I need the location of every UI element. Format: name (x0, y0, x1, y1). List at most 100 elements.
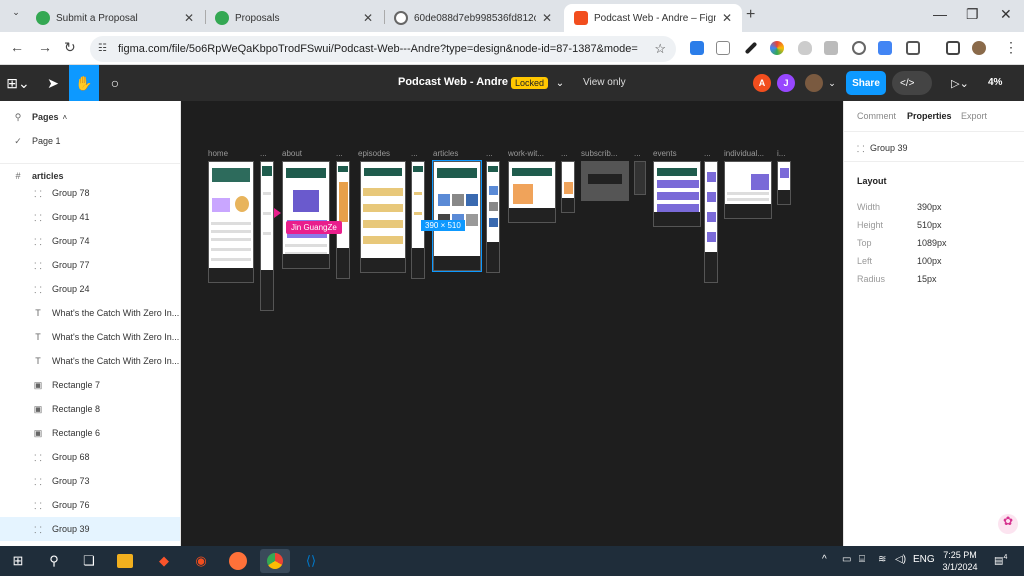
address-bar[interactable]: ☷ figma.com/file/5o6RpWeQaKbpoTrodFSwui/… (90, 36, 676, 62)
chevron-down-icon[interactable]: ⌄ (826, 65, 838, 101)
forward-icon[interactable]: → (38, 39, 52, 55)
dev-mode-toggle[interactable]: </> (892, 71, 932, 95)
close-icon[interactable]: ✕ (363, 11, 373, 25)
frame-label[interactable]: episodes (358, 149, 390, 158)
frame-label[interactable]: individual... (724, 149, 764, 158)
language-indicator[interactable]: ENG (913, 554, 935, 565)
frame-thumb-individual-mobile[interactable] (777, 161, 791, 205)
share-button[interactable]: Share (846, 71, 886, 95)
tab-hash-page[interactable]: 60de088d7eb998536fd812c36b ✕ (384, 4, 562, 32)
view-only-label[interactable]: View only (583, 77, 626, 88)
sidebar-icon[interactable] (946, 41, 960, 55)
comment-tool-icon[interactable]: ○ (100, 65, 130, 101)
frame-thumb-home[interactable] (208, 161, 254, 283)
hand-tool-icon[interactable]: ✋ (69, 65, 99, 101)
site-info-icon[interactable]: ☷ (98, 43, 107, 54)
frame-thumb-work-with-mobile[interactable] (561, 161, 575, 213)
back-icon[interactable]: ← (10, 39, 24, 55)
tab-properties[interactable]: Properties (907, 111, 952, 121)
frame-label[interactable]: ... (561, 149, 568, 158)
frame-thumb-events[interactable] (653, 161, 701, 227)
layer-row[interactable]: ⸬ Group 73 (0, 469, 180, 493)
tab-figma[interactable]: Podcast Web - Andre – Figma ✕ (564, 4, 742, 32)
layer-row[interactable]: T What's the Catch With Zero In... (0, 349, 180, 373)
frame-thumb-home-mobile[interactable] (260, 161, 274, 311)
layer-row[interactable]: ⸬ Group 74 (0, 229, 180, 253)
pages-header[interactable]: ⚲ Pages ˄ (0, 105, 180, 129)
layer-row[interactable]: ⸬ Group 76 (0, 493, 180, 517)
eyedropper-icon[interactable] (744, 41, 758, 55)
wifi-icon[interactable]: ≋ (878, 554, 886, 565)
shield-icon[interactable] (798, 41, 812, 55)
avatar[interactable]: A (753, 74, 771, 92)
frame-label[interactable]: articles (433, 149, 458, 158)
close-icon[interactable]: ✕ (184, 11, 194, 25)
frame-label[interactable]: home (208, 149, 228, 158)
extensions-puzzle-icon[interactable] (906, 41, 920, 55)
layer-row[interactable]: ⸬ Group 39 (0, 517, 180, 541)
frame-label[interactable]: i... (777, 149, 785, 158)
translate-icon[interactable] (878, 41, 892, 55)
chrome-icon[interactable] (260, 549, 290, 573)
frame-thumb-episodes[interactable] (360, 161, 406, 273)
move-tool-icon[interactable]: ➤ (38, 65, 68, 101)
present-icon[interactable]: ▷⌄ (948, 65, 972, 101)
tab-search-icon[interactable]: ⌄ (8, 7, 24, 23)
frame-label[interactable]: about (282, 149, 302, 158)
frame-thumb-work-with[interactable] (508, 161, 556, 223)
system-clock[interactable]: 7:25 PM 3/1/2024 (938, 549, 982, 573)
avatar[interactable]: J (777, 74, 795, 92)
profile-avatar[interactable] (972, 41, 986, 55)
layer-row[interactable]: ⸬ Group 24 (0, 277, 180, 301)
tab-export[interactable]: Export (961, 111, 987, 121)
layer-row[interactable]: ⸬ Group 68 (0, 445, 180, 469)
ai-assistant-icon[interactable]: ✿ (998, 514, 1018, 534)
notification-icon[interactable]: ▤4 (994, 554, 1007, 566)
brave-icon[interactable]: ◆ (155, 552, 173, 570)
layer-row[interactable]: ▣ Rectangle 7 (0, 373, 180, 397)
app-icon[interactable]: ◉ (192, 552, 210, 570)
frame-thumb-subscribe[interactable] (581, 161, 629, 201)
vscode-icon[interactable]: ⟨⟩ (302, 552, 320, 570)
restore-icon[interactable]: ❐ (966, 6, 979, 23)
search-icon[interactable]: ⚲ (45, 552, 63, 570)
frame-thumb-about[interactable] (282, 161, 330, 269)
frame-label[interactable]: ... (486, 149, 493, 158)
page-item[interactable]: ✓ Page 1 (0, 129, 180, 153)
file-explorer-icon[interactable] (117, 554, 133, 568)
frame-thumb-about-mobile[interactable] (336, 161, 350, 279)
tab-submit-proposal[interactable]: Submit a Proposal ✕ (26, 4, 204, 32)
network-adapter-icon[interactable]: ⌸ (859, 554, 865, 565)
frame-thumb-articles-mobile[interactable] (486, 161, 500, 273)
layer-row[interactable]: ⸬ Group 78 (0, 181, 180, 205)
car-icon[interactable] (824, 41, 838, 55)
minimize-icon[interactable]: — (933, 6, 947, 22)
close-icon[interactable]: ✕ (542, 11, 552, 25)
frame-thumb-articles[interactable] (432, 160, 482, 272)
layer-row[interactable]: ▣ Rectangle 6 (0, 421, 180, 445)
battery-icon[interactable]: ▭ (842, 554, 851, 565)
frame-label[interactable]: work-wit... (508, 149, 544, 158)
layer-row[interactable]: T What's the Catch With Zero In... (0, 301, 180, 325)
design-canvas[interactable]: home... about... episodes... articles... wor… (181, 101, 843, 546)
menu-kebab-icon[interactable]: ⋮ (1004, 39, 1018, 56)
figma-menu-icon[interactable]: ⊞⌄ (0, 65, 36, 101)
text-extension-icon[interactable] (716, 41, 730, 55)
zoom-level[interactable]: 4% (988, 77, 1002, 88)
frame-label[interactable]: ... (336, 149, 343, 158)
color-extension-icon[interactable] (770, 41, 784, 55)
download-icon[interactable] (690, 41, 704, 55)
user-avatar[interactable] (805, 74, 823, 92)
reload-icon[interactable]: ↻ (64, 39, 76, 56)
new-tab-button[interactable]: + (746, 6, 755, 24)
frame-thumb-individual[interactable] (724, 161, 772, 219)
frame-label[interactable]: ... (704, 149, 711, 158)
task-view-icon[interactable]: ❏ (80, 552, 98, 570)
frame-label[interactable]: ... (260, 149, 267, 158)
postman-icon[interactable] (229, 552, 247, 570)
windows-start-icon[interactable]: ⊞ (9, 552, 27, 570)
window-close-icon[interactable]: ✕ (1000, 6, 1012, 23)
circle-extension-icon[interactable] (852, 41, 866, 55)
frame-label[interactable]: subscrib... (581, 149, 617, 158)
tab-comment[interactable]: Comment (857, 111, 896, 121)
